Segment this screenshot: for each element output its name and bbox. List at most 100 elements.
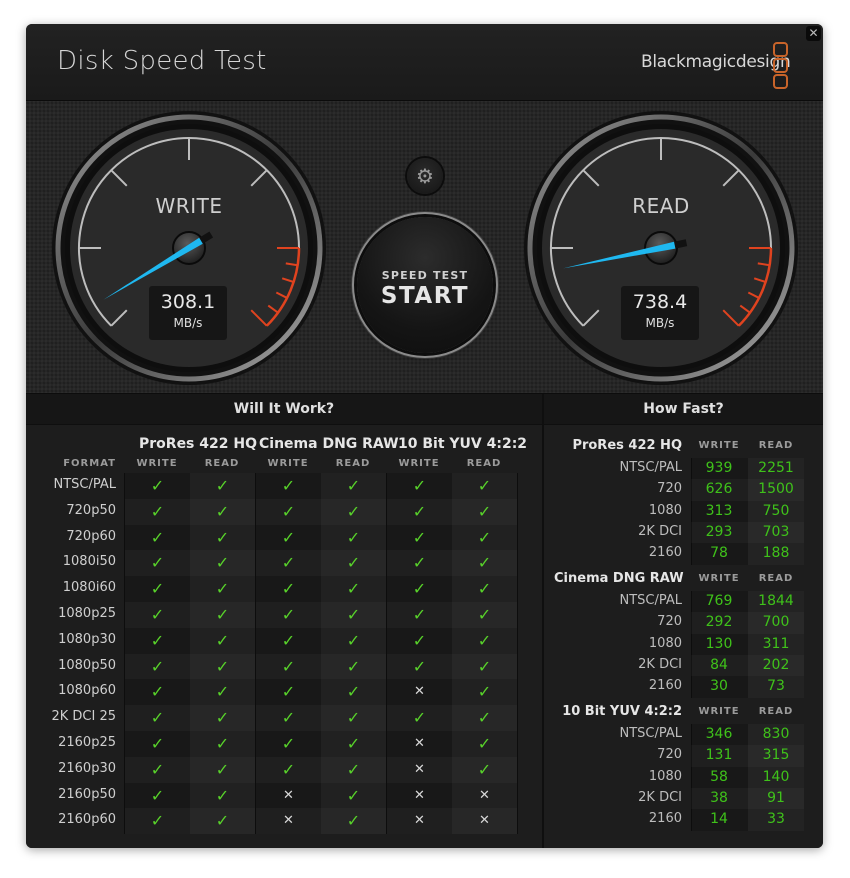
how-fast-panel: How Fast? ProRes 422 HQ WRITE READ NTSC/PAL… [544,394,823,848]
check-icon: ✓ [215,708,230,728]
gear-icon: ⚙ [416,164,434,188]
check-icon: ✓ [281,682,296,702]
check-icon: ✓ [215,759,230,779]
column-header-read: READ [335,458,371,469]
format-label: 2160p50 [58,786,116,802]
check-icon: ✓ [477,682,492,702]
settings-button[interactable]: ⚙ [407,158,443,194]
check-icon: ✓ [477,605,492,624]
needle-tail [673,239,688,249]
will-it-work-panel: Will It Work? ProRes 422 HQ Cinema DNG RA… [26,394,544,848]
check-icon: ✓ [281,501,296,521]
check-icon: ✓ [150,811,165,831]
check-icon: ✓ [477,759,492,779]
read-gauge: READ 738.4 MB/s [523,110,799,386]
check-icon: ✓ [346,734,361,753]
cross-icon: ✕ [414,813,425,829]
write-fps-value: 14 [710,811,728,828]
format-label: 1080i50 [62,554,116,570]
check-icon: ✓ [281,759,296,779]
read-fps-value: 830 [762,726,790,742]
check-icon: ✓ [150,785,165,805]
check-icon: ✓ [215,553,230,573]
read-fps-value: 91 [767,789,785,806]
start-button[interactable]: SPEED TEST START [357,217,493,353]
close-icon[interactable]: ✕ [806,26,821,41]
check-icon: ✓ [346,605,361,624]
check-icon: ✓ [412,579,427,599]
how-fast-title: How Fast? [544,394,823,425]
title-bar: Disk Speed Test Blackmagicdesign ✕ [26,24,823,101]
column-header-read: READ [204,458,240,469]
write-fps-value: 30 [710,678,728,695]
cross-icon: ✕ [414,736,425,751]
check-icon: ✓ [150,734,165,753]
write-column-header: WRITE [698,706,740,717]
check-icon: ✓ [150,759,165,779]
write-gauge-dial [52,111,326,385]
read-speed-value: 738.4 [632,291,688,313]
read-gauge-label: READ [632,194,690,218]
check-icon: ✓ [477,656,492,676]
check-icon: ✓ [150,605,165,624]
write-fps-value: 626 [705,481,733,498]
write-speed-value: 308.1 [160,291,216,313]
how-fast-group-title: 10 Bit YUV 4:2:2 [562,704,682,719]
check-icon: ✓ [412,553,427,573]
write-column-header: WRITE [698,573,740,584]
blackmagic-logo-icon [773,42,789,89]
check-icon: ✓ [477,734,492,753]
how-fast-group-title: Cinema DNG RAW [554,571,684,586]
check-icon: ✓ [215,579,230,599]
check-icon: ✓ [215,811,230,831]
check-icon: ✓ [477,579,492,599]
read-fps-value: 1844 [758,593,794,609]
cross-icon: ✕ [283,813,294,829]
check-icon: ✓ [412,708,427,728]
check-icon: ✓ [150,527,165,547]
format-label: 1080i60 [62,580,116,596]
write-gauge-label: WRITE [155,194,223,218]
check-icon: ✓ [412,630,427,650]
read-fps-value: 202 [762,656,790,673]
read-fps-value: 2251 [758,460,794,476]
write-fps-value: 58 [710,768,728,785]
check-icon: ✓ [477,527,492,547]
read-fps-value: 750 [762,502,790,519]
gauge-area: WRITE 308.1 MB/s ⚙ SPEED TEST START READ… [26,101,823,394]
check-icon: ✓ [412,501,427,521]
cross-icon: ✕ [414,684,425,700]
disk-speed-test-window: Disk Speed Test Blackmagicdesign ✕ WRITE… [26,24,823,848]
write-fps-value: 84 [710,656,728,673]
check-icon: ✓ [150,579,165,599]
how-fast-format-label: 1080 [648,768,682,784]
read-fps-value: 315 [762,747,790,764]
how-fast-format-label: NTSC/PAL [619,593,682,608]
check-icon: ✓ [477,501,492,521]
cross-icon: ✕ [283,787,294,803]
check-icon: ✓ [281,527,296,547]
app-title: Disk Speed Test [57,46,267,76]
read-fps-value: 73 [767,678,785,695]
check-icon: ✓ [346,682,361,702]
will-it-work-title: Will It Work? [26,394,542,425]
format-label: 720p60 [66,528,116,544]
format-label: NTSC/PAL [53,477,116,492]
check-icon: ✓ [346,630,361,650]
format-label: 720p50 [66,502,116,518]
start-button-subtitle: SPEED TEST [381,269,469,282]
read-column-header: READ [758,706,794,717]
format-label: 2160p60 [58,812,116,828]
check-icon: ✓ [150,656,165,676]
check-icon: ✓ [346,708,361,728]
how-fast-format-label: NTSC/PAL [619,460,682,475]
check-icon: ✓ [346,527,361,547]
how-fast-format-label: 720 [657,614,682,630]
check-icon: ✓ [150,553,165,573]
how-fast-format-label: 2K DCI [638,656,682,672]
check-icon: ✓ [346,553,361,573]
check-icon: ✓ [412,527,427,547]
read-gauge-dial [524,111,798,385]
read-fps-value: 1500 [758,481,794,498]
write-gauge: WRITE 308.1 MB/s [51,110,327,386]
